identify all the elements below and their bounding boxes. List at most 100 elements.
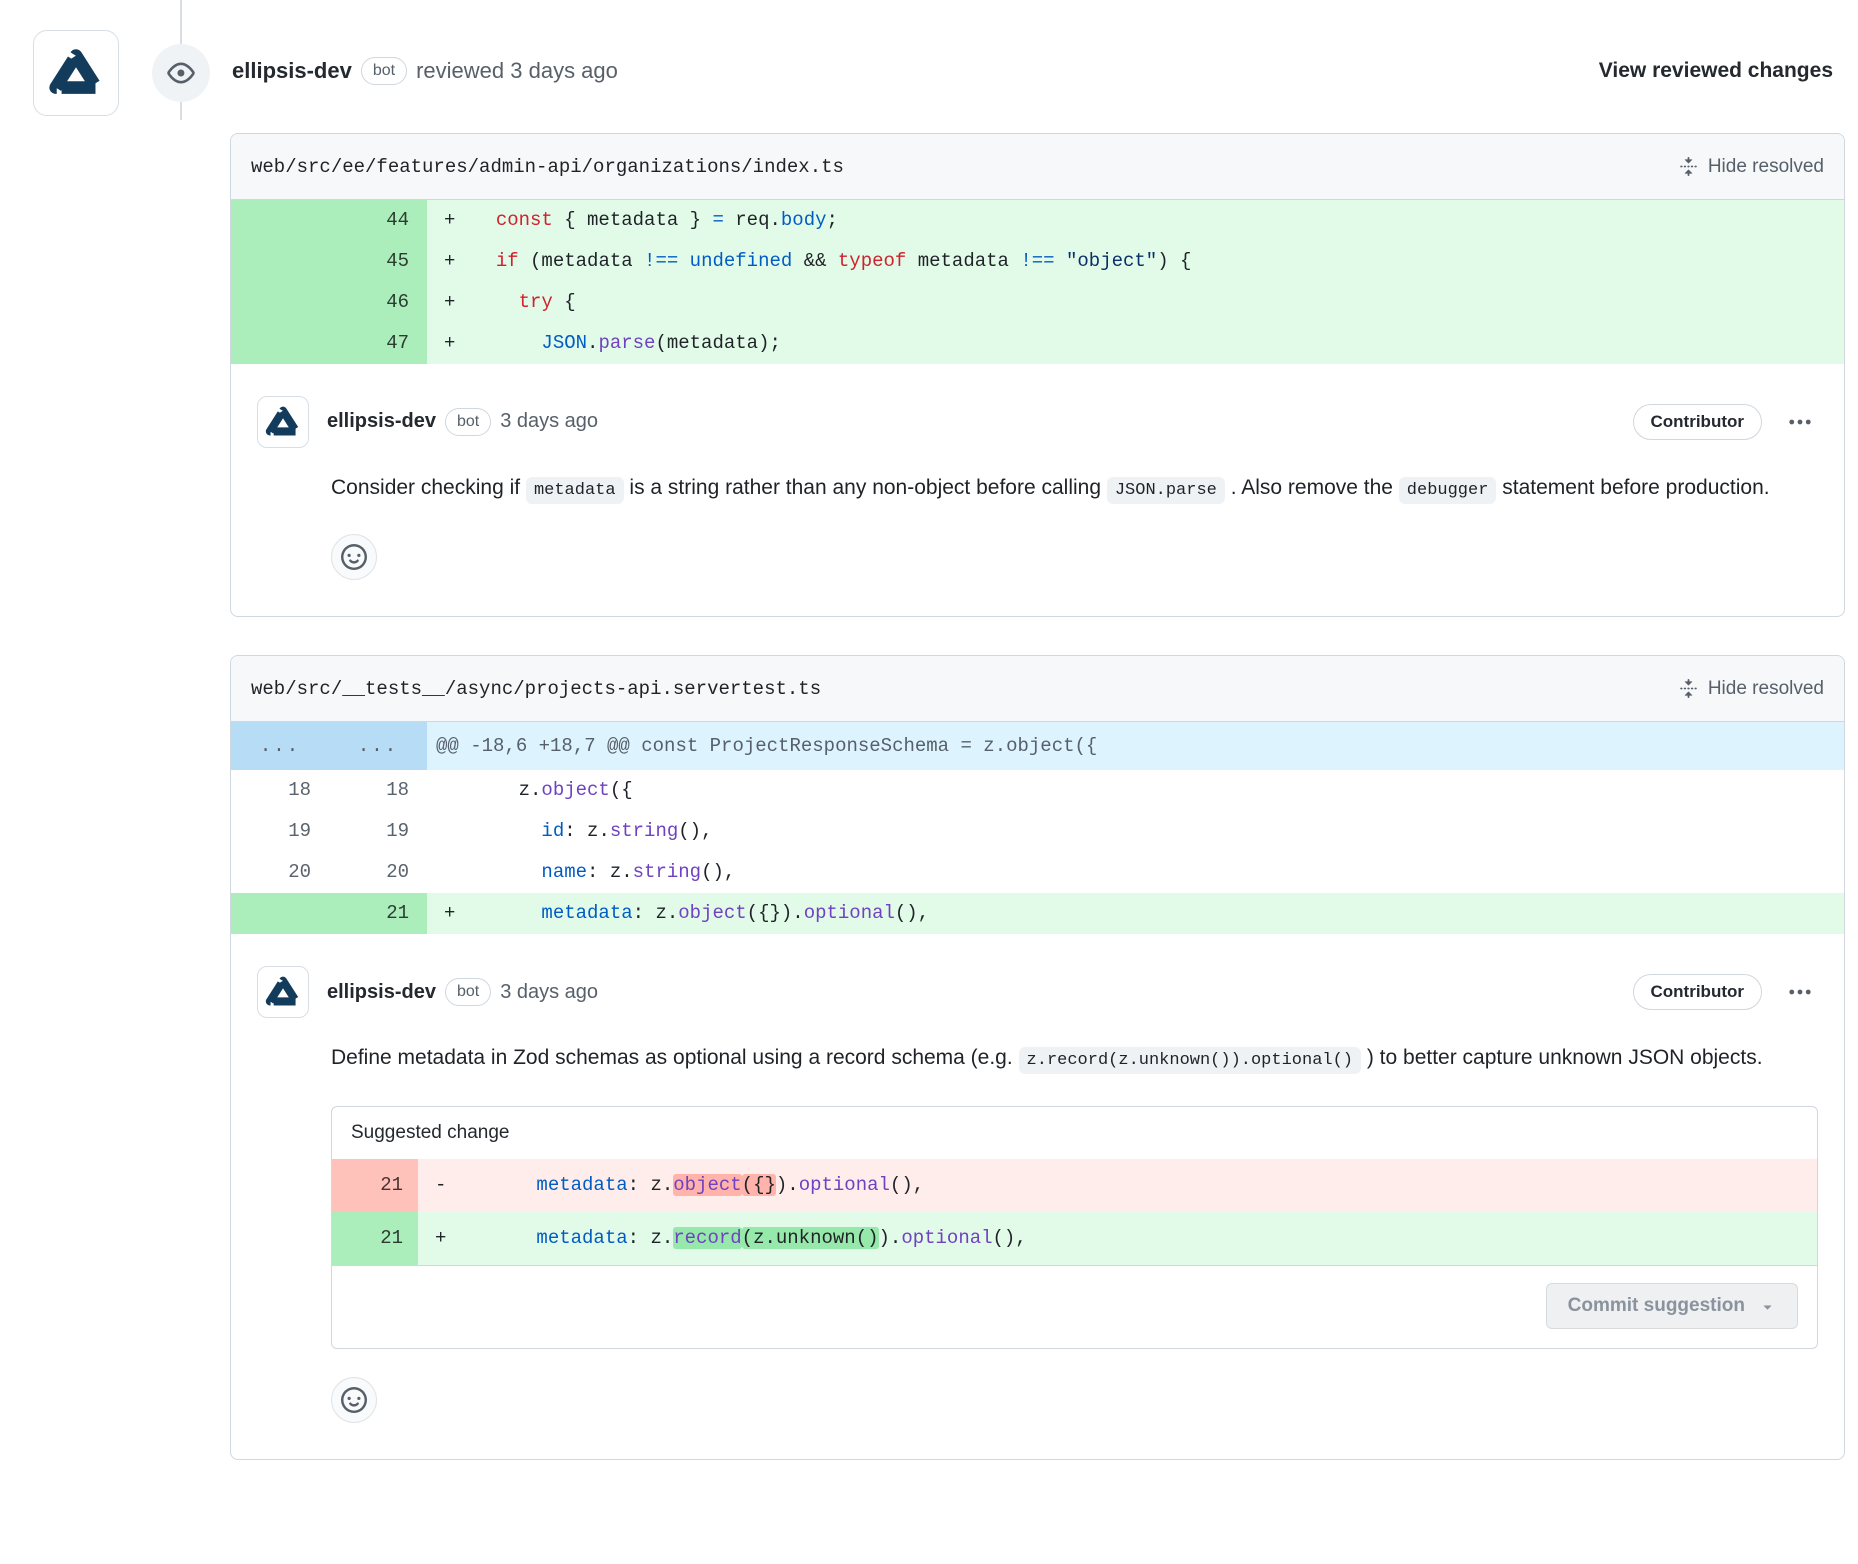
line-number[interactable]: 18 [329, 770, 427, 811]
line-number[interactable] [231, 323, 329, 364]
contributor-badge: Contributor [1633, 404, 1762, 440]
line-number[interactable]: 21 [332, 1159, 418, 1212]
diff-line-context: 1818 z.object({ [231, 770, 1844, 811]
review-cards: web/src/ee/features/admin-api/organizati… [230, 133, 1845, 1498]
diff-sign: + [427, 282, 473, 323]
contributor-badge: Contributor [1633, 974, 1762, 1010]
comment-author[interactable]: ellipsis-dev [327, 981, 436, 1004]
line-number[interactable] [231, 282, 329, 323]
file-path: web/src/__tests__/async/projects-api.ser… [251, 678, 821, 700]
line-number[interactable] [231, 200, 329, 241]
code-line: id: z.string(), [473, 811, 1844, 852]
code-line: try { [473, 282, 1844, 323]
kebab-icon [1788, 410, 1812, 434]
diff-line-add: 45+ if (metadata !== undefined && typeof… [231, 241, 1844, 282]
line-number[interactable]: 20 [329, 852, 427, 893]
reviewer-name[interactable]: ellipsis-dev [232, 58, 352, 84]
comment-header: ellipsis-dev bot 3 days ago Contributor [257, 396, 1818, 448]
diff-line-del: 21- metadata: z.object({}).optional(), [332, 1159, 1817, 1212]
diff-sign: + [427, 241, 473, 282]
line-number[interactable]: 19 [329, 811, 427, 852]
review-thread-card: web/src/ee/features/admin-api/organizati… [230, 133, 1845, 617]
code-line: metadata: z.object({}).optional(), [473, 893, 1844, 934]
review-action-text: reviewed 3 days ago [416, 58, 618, 84]
comment-author[interactable]: ellipsis-dev [327, 410, 436, 433]
commit-suggestion-label: Commit suggestion [1568, 1295, 1745, 1317]
diff-sign: + [427, 893, 473, 934]
code-line: if (metadata !== undefined && typeof met… [473, 241, 1844, 282]
diff-line-context: 2020 name: z.string(), [231, 852, 1844, 893]
fold-icon [1679, 679, 1698, 698]
file-header: web/src/ee/features/admin-api/organizati… [231, 134, 1844, 200]
reviewer-avatar[interactable] [33, 30, 119, 116]
hunk-expand-dots[interactable]: ... [231, 722, 329, 770]
line-number[interactable]: 18 [231, 770, 329, 811]
hide-resolved-button[interactable]: Hide resolved [1679, 678, 1824, 700]
add-reaction-button[interactable] [331, 1377, 377, 1423]
ellipsis-logo-icon [45, 42, 107, 104]
review-eye-marker [152, 44, 210, 102]
eye-icon [167, 59, 195, 87]
code-line: z.object({ [473, 770, 1844, 811]
fold-icon [1679, 157, 1698, 176]
line-number[interactable]: 19 [231, 811, 329, 852]
commit-suggestion-button[interactable]: Commit suggestion [1546, 1283, 1798, 1329]
review-comment: ellipsis-dev bot 3 days ago Contributor … [231, 364, 1844, 616]
hide-resolved-button[interactable]: Hide resolved [1679, 156, 1824, 178]
code-diff: 44+ const { metadata } = req.body;45+ if… [231, 200, 1844, 364]
line-number[interactable] [231, 893, 329, 934]
comment-options-button[interactable] [1788, 410, 1812, 434]
view-reviewed-changes-link[interactable]: View reviewed changes [1599, 59, 1833, 83]
review-comment: ellipsis-dev bot 3 days ago Contributor … [231, 934, 1844, 1459]
line-number[interactable]: 45 [329, 241, 427, 282]
diff-sign: + [427, 200, 473, 241]
ellipsis-logo-icon [263, 402, 303, 442]
suggestion-diff: 21- metadata: z.object({}).optional(),21… [332, 1159, 1817, 1265]
add-reaction-button[interactable] [331, 534, 377, 580]
code-line: const { metadata } = req.body; [473, 200, 1844, 241]
line-number[interactable]: 47 [329, 323, 427, 364]
code-line: name: z.string(), [473, 852, 1844, 893]
ellipsis-logo-icon [263, 972, 303, 1012]
inline-code: metadata [526, 477, 624, 504]
file-path: web/src/ee/features/admin-api/organizati… [251, 156, 844, 178]
line-number[interactable]: 21 [329, 893, 427, 934]
diff-sign [427, 852, 473, 893]
review-thread-card: web/src/__tests__/async/projects-api.ser… [230, 655, 1845, 1460]
triangle-down-icon [1759, 1298, 1776, 1315]
comment-avatar[interactable] [257, 396, 309, 448]
hide-resolved-label: Hide resolved [1708, 156, 1824, 178]
smiley-icon [341, 544, 367, 570]
diff-line-add: 21+ metadata: z.object({}).optional(), [231, 893, 1844, 934]
diff-line-add: 21+ metadata: z.record(z.unknown()).opti… [332, 1212, 1817, 1265]
diff-line-add: 46+ try { [231, 282, 1844, 323]
review-title-row: ellipsis-dev bot reviewed 3 days ago [232, 57, 618, 85]
suggested-change-title: Suggested change [332, 1107, 1817, 1159]
bot-badge: bot [445, 978, 491, 1006]
diff-line-add: 44+ const { metadata } = req.body; [231, 200, 1844, 241]
comment-body: Define metadata in Zod schemas as option… [331, 1040, 1818, 1076]
suggestion-footer: Commit suggestion [332, 1265, 1817, 1348]
line-number[interactable]: 21 [332, 1212, 418, 1265]
diff-line-context: 1919 id: z.string(), [231, 811, 1844, 852]
diff-line-add: 47+ JSON.parse(metadata); [231, 323, 1844, 364]
smiley-icon [341, 1387, 367, 1413]
diff-line-hunk: ......@@ -18,6 +18,7 @@ const ProjectRes… [231, 722, 1844, 770]
line-number[interactable]: 44 [329, 200, 427, 241]
diff-sign: + [418, 1212, 468, 1265]
code-diff: ......@@ -18,6 +18,7 @@ const ProjectRes… [231, 722, 1844, 934]
comment-options-button[interactable] [1788, 980, 1812, 1004]
diff-sign: - [418, 1159, 468, 1212]
hunk-expand-dots[interactable]: ... [329, 722, 427, 770]
line-number[interactable] [231, 241, 329, 282]
comment-meta: ellipsis-dev bot 3 days ago [327, 978, 598, 1006]
line-number[interactable]: 46 [329, 282, 427, 323]
inline-code: z.record(z.unknown()).optional() [1019, 1047, 1361, 1074]
bot-badge: bot [445, 408, 491, 436]
suggested-change-block: Suggested change 21- metadata: z.object(… [331, 1106, 1818, 1349]
code-line: metadata: z.object({}).optional(), [468, 1159, 1817, 1212]
comment-timestamp[interactable]: 3 days ago [500, 410, 598, 433]
comment-timestamp[interactable]: 3 days ago [500, 981, 598, 1004]
line-number[interactable]: 20 [231, 852, 329, 893]
comment-avatar[interactable] [257, 966, 309, 1018]
